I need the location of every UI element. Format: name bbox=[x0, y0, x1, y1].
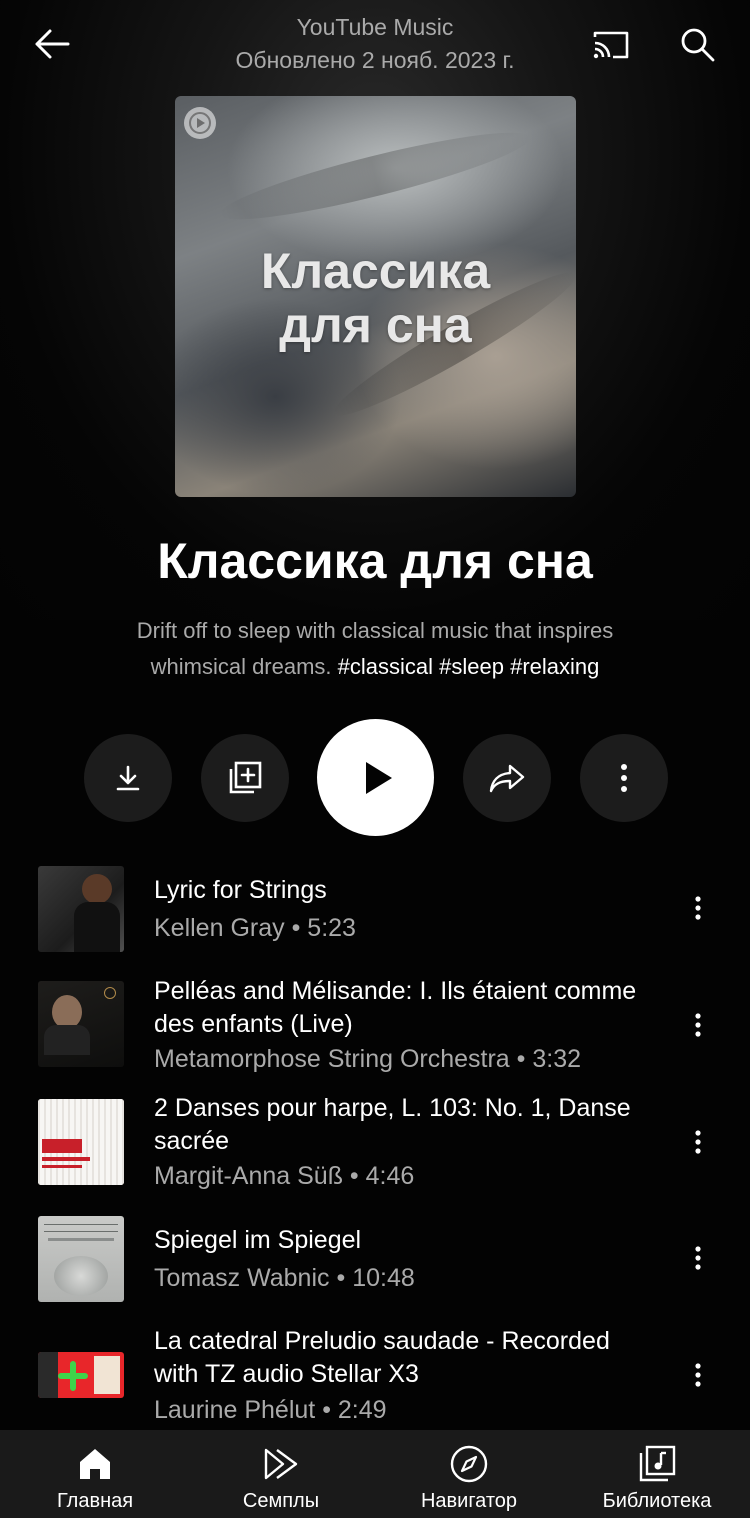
thumbnail-art bbox=[52, 995, 82, 1029]
thumbnail-art bbox=[42, 1139, 82, 1153]
nav-samples[interactable]: Семплы bbox=[206, 1430, 356, 1518]
cast-button[interactable] bbox=[586, 22, 636, 68]
more-options-button[interactable] bbox=[580, 734, 668, 822]
meta-separator: • bbox=[516, 1045, 526, 1073]
download-icon bbox=[116, 765, 140, 791]
track-thumbnail bbox=[38, 1352, 124, 1398]
plus-icon bbox=[58, 1361, 88, 1391]
thumbnail-art bbox=[44, 1025, 90, 1055]
track-thumbnail bbox=[38, 1216, 124, 1302]
bottom-navigation: Главная Семплы Навигатор Библиотека bbox=[0, 1430, 750, 1518]
play-icon bbox=[365, 761, 392, 794]
track-meta: Margit-Anna Süß • 4:46 bbox=[154, 1162, 674, 1191]
track-duration: 5:23 bbox=[307, 914, 356, 942]
more-vert-icon bbox=[695, 1013, 701, 1037]
track-more-button[interactable] bbox=[680, 1353, 716, 1397]
track-thumbnail bbox=[38, 1099, 124, 1185]
thumbnail-art bbox=[104, 987, 116, 999]
meta-separator: • bbox=[336, 1264, 346, 1292]
cover-title-line: для сна bbox=[279, 297, 472, 353]
track-title: 2 Danses pour harpe, L. 103: No. 1, Dans… bbox=[154, 1094, 631, 1155]
thumbnail-art bbox=[94, 1356, 120, 1394]
track-artist: Tomasz Wabnic bbox=[154, 1264, 330, 1292]
track-more-button[interactable] bbox=[680, 1236, 716, 1280]
cover-title-line: Классика bbox=[260, 243, 491, 299]
track-duration: 2:49 bbox=[337, 1396, 387, 1424]
nav-label: Главная bbox=[56, 1490, 134, 1512]
samples-icon bbox=[264, 1448, 298, 1480]
track-more-button[interactable] bbox=[680, 1003, 716, 1047]
add-to-library-button[interactable] bbox=[201, 734, 289, 822]
explore-icon bbox=[450, 1445, 488, 1483]
home-icon bbox=[80, 1449, 110, 1479]
thumbnail-art bbox=[44, 1224, 118, 1232]
search-icon bbox=[681, 28, 715, 62]
track-title: Lyric for Strings bbox=[154, 876, 327, 904]
thumbnail-art bbox=[82, 874, 112, 904]
playlist-description: Drift off to sleep with classical music … bbox=[95, 613, 655, 685]
track-meta: Tomasz Wabnic • 10:48 bbox=[154, 1264, 674, 1293]
track-more-button[interactable] bbox=[680, 886, 716, 930]
updated-date: Обновлено 2 нояб. 2023 г. bbox=[235, 47, 515, 73]
track-artist: Laurine Phélut bbox=[154, 1396, 316, 1424]
thumbnail-art bbox=[42, 1165, 82, 1168]
track-row[interactable]: Lyric for Strings Kellen Gray • 5:23 bbox=[0, 866, 750, 966]
more-vert-icon bbox=[695, 1246, 701, 1270]
track-duration: 10:48 bbox=[352, 1264, 415, 1292]
more-vert-icon bbox=[695, 1130, 701, 1154]
track-duration: 4:46 bbox=[365, 1162, 415, 1190]
track-row[interactable]: Pelléas and Mélisande: I. Ils étaient co… bbox=[0, 975, 750, 1085]
cast-icon bbox=[593, 31, 629, 59]
playlist-title: Классика для сна bbox=[157, 533, 593, 589]
youtube-music-logo-icon bbox=[184, 107, 216, 139]
library-icon bbox=[639, 1445, 676, 1482]
share-button[interactable] bbox=[463, 734, 551, 822]
track-title: Pelléas and Mélisande: I. Ils étaient co… bbox=[154, 977, 637, 1038]
nav-explore[interactable]: Навигатор bbox=[394, 1430, 544, 1518]
share-icon bbox=[489, 764, 525, 793]
track-artist: Metamorphose String Orchestra bbox=[154, 1045, 510, 1073]
track-row[interactable]: La catedral Preludio saudade - Recorded … bbox=[0, 1325, 750, 1430]
thumbnail-art bbox=[54, 1256, 108, 1296]
track-meta: Metamorphose String Orchestra • 3:32 bbox=[154, 1045, 674, 1074]
track-row[interactable]: Spiegel im Spiegel Tomasz Wabnic • 10:48 bbox=[0, 1216, 750, 1316]
track-title: La catedral Preludio saudade - Recorded … bbox=[154, 1327, 610, 1388]
meta-separator: • bbox=[349, 1162, 359, 1190]
hashtags[interactable]: #classical #sleep #relaxing bbox=[338, 654, 600, 679]
nav-label: Навигатор bbox=[420, 1490, 518, 1512]
cover-fold bbox=[214, 117, 536, 235]
play-button[interactable] bbox=[317, 719, 434, 836]
nav-library[interactable]: Библиотека bbox=[582, 1430, 732, 1518]
top-bar: YouTube Music Обновлено 2 нояб. 2023 г. bbox=[0, 0, 750, 92]
playlist-cover: Классика для сна bbox=[175, 96, 576, 497]
more-vert-icon bbox=[695, 896, 701, 920]
nav-label: Библиотека bbox=[602, 1490, 712, 1512]
thumbnail-art bbox=[74, 902, 120, 952]
cover-title: Классика для сна bbox=[175, 244, 576, 352]
thumbnail-art bbox=[42, 1157, 90, 1161]
track-artist: Kellen Gray bbox=[154, 914, 285, 942]
track-meta: Kellen Gray • 5:23 bbox=[154, 914, 674, 943]
thumbnail-art bbox=[48, 1238, 114, 1241]
search-button[interactable] bbox=[672, 20, 724, 70]
track-more-button[interactable] bbox=[680, 1120, 716, 1164]
nav-home[interactable]: Главная bbox=[20, 1430, 170, 1518]
thumbnail-art bbox=[38, 1352, 58, 1398]
library-add-icon bbox=[229, 761, 262, 794]
track-thumbnail bbox=[38, 866, 124, 952]
meta-separator: • bbox=[291, 914, 301, 942]
more-vert-icon bbox=[621, 764, 627, 792]
nav-label: Семплы bbox=[242, 1490, 320, 1512]
track-row[interactable]: 2 Danses pour harpe, L. 103: No. 1, Dans… bbox=[0, 1092, 750, 1202]
more-vert-icon bbox=[695, 1363, 701, 1387]
track-title: Spiegel im Spiegel bbox=[154, 1226, 362, 1254]
download-button[interactable] bbox=[84, 734, 172, 822]
meta-separator: • bbox=[322, 1396, 331, 1424]
track-artist: Margit-Anna Süß bbox=[154, 1162, 343, 1190]
track-duration: 3:32 bbox=[532, 1045, 582, 1073]
thumbnail-art bbox=[42, 892, 70, 920]
track-meta: Laurine Phélut • 2:49 bbox=[154, 1396, 674, 1425]
app-title: YouTube Music bbox=[296, 14, 454, 40]
track-thumbnail bbox=[38, 981, 124, 1067]
